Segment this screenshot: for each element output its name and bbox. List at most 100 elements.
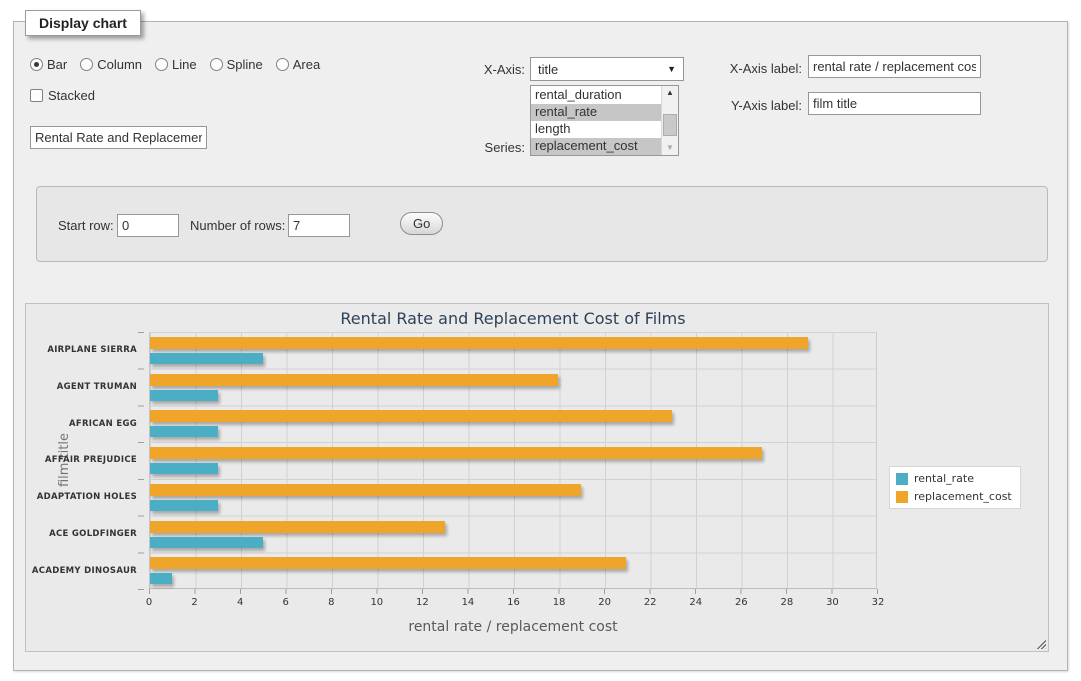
category-label: AFFAIR PREJUDICE <box>26 442 143 479</box>
radio-line-icon[interactable] <box>155 58 168 71</box>
bar-rental_rate[interactable] <box>150 390 218 401</box>
x-tick-label: 26 <box>735 597 748 608</box>
x-tick-label: 30 <box>826 597 839 608</box>
x-tick-label: 10 <box>370 597 383 608</box>
radio-spline-label: Spline <box>227 57 263 72</box>
start-row-input[interactable] <box>117 214 179 237</box>
x-tick-label: 4 <box>237 597 243 608</box>
start-row-label: Start row: <box>58 218 114 233</box>
series-option-rental-duration[interactable]: rental_duration <box>531 87 661 104</box>
category-label: ACADEMY DINOSAUR <box>26 552 143 589</box>
scroll-up-icon[interactable]: ▲ <box>666 88 674 98</box>
x-tick-label: 32 <box>872 597 885 608</box>
x-tick-label: 2 <box>191 597 197 608</box>
x-tick-labels: 02468101214161820222426283032 <box>149 597 878 609</box>
stacked-label: Stacked <box>48 88 95 103</box>
legend-label: replacement_cost <box>914 490 1012 503</box>
bar-group <box>150 405 876 442</box>
bar-replacement_cost[interactable] <box>150 410 672 422</box>
x-axis-label-input[interactable] <box>808 55 981 78</box>
radio-area[interactable]: Area <box>276 57 320 72</box>
x-axis-ticks <box>149 589 878 594</box>
legend-item-replacement_cost[interactable]: replacement_cost <box>896 490 1012 503</box>
bar-replacement_cost[interactable] <box>150 447 762 459</box>
bar-rental_rate[interactable] <box>150 353 263 364</box>
series-list-label: Series: <box>425 140 525 155</box>
num-rows-label: Number of rows: <box>190 218 285 233</box>
bar-rental_rate[interactable] <box>150 500 218 511</box>
x-tick-label: 8 <box>328 597 334 608</box>
plot-area <box>149 332 877 589</box>
bar-replacement_cost[interactable] <box>150 337 808 349</box>
y-axis-ticks <box>138 332 144 590</box>
radio-bar-icon[interactable] <box>30 58 43 71</box>
bar-group <box>150 369 876 406</box>
series-multiselect[interactable]: rental_duration rental_rate length repla… <box>530 85 679 156</box>
series-option-length[interactable]: length <box>531 121 661 138</box>
x-tick-label: 12 <box>416 597 429 608</box>
bar-replacement_cost[interactable] <box>150 484 581 496</box>
x-tick-label: 22 <box>644 597 657 608</box>
x-tick-label: 6 <box>283 597 289 608</box>
bar-rental_rate[interactable] <box>150 463 218 474</box>
category-labels: AIRPLANE SIERRAAGENT TRUMANAFRICAN EGGAF… <box>26 332 143 589</box>
chart-type-radio-group: Bar Column Line Spline Area <box>30 57 320 72</box>
category-label: AFRICAN EGG <box>26 405 143 442</box>
x-axis-label-caption: X-Axis label: <box>702 61 802 76</box>
radio-bar[interactable]: Bar <box>30 57 67 72</box>
category-label: AIRPLANE SIERRA <box>26 332 143 369</box>
radio-bar-label: Bar <box>47 57 67 72</box>
chart-x-axis-title: rental rate / replacement cost <box>149 619 877 635</box>
bar-rental_rate[interactable] <box>150 426 218 437</box>
chart-title-input[interactable] <box>30 126 207 149</box>
category-label: ADAPTATION HOLES <box>26 479 143 516</box>
x-axis-selected-value: title <box>538 62 558 77</box>
legend-swatch <box>896 473 908 485</box>
x-tick-label: 14 <box>462 597 475 608</box>
x-tick-label: 0 <box>146 597 152 608</box>
bar-group <box>150 332 876 369</box>
resize-handle-icon[interactable] <box>1035 638 1046 649</box>
radio-area-label: Area <box>293 57 320 72</box>
page: Display chart Bar Column Line Spline Are… <box>0 0 1081 681</box>
series-scrollbar[interactable]: ▲ ▼ <box>661 86 678 155</box>
x-tick-label: 18 <box>553 597 566 608</box>
fieldset-legend: Display chart <box>25 10 141 36</box>
dropdown-arrow-icon: ▼ <box>667 64 676 74</box>
category-label: ACE GOLDFINGER <box>26 516 143 553</box>
stacked-checkbox[interactable] <box>30 89 43 102</box>
legend-item-rental_rate[interactable]: rental_rate <box>896 472 1012 485</box>
chart-title: Rental Rate and Replacement Cost of Film… <box>149 309 877 328</box>
scrollbar-thumb[interactable] <box>663 114 677 136</box>
bar-group <box>150 516 876 553</box>
legend-label: rental_rate <box>914 472 974 485</box>
go-button[interactable]: Go <box>400 212 443 235</box>
series-option-rental-rate[interactable]: rental_rate <box>531 104 661 121</box>
bar-replacement_cost[interactable] <box>150 521 445 533</box>
bar-replacement_cost[interactable] <box>150 374 558 386</box>
radio-spline-icon[interactable] <box>210 58 223 71</box>
y-axis-label-caption: Y-Axis label: <box>702 98 802 113</box>
x-tick-label: 28 <box>781 597 794 608</box>
series-option-replacement-cost[interactable]: replacement_cost <box>531 138 661 155</box>
series-options: rental_duration rental_rate length repla… <box>531 86 661 155</box>
scroll-down-icon[interactable]: ▼ <box>666 143 674 153</box>
num-rows-input[interactable] <box>288 214 350 237</box>
radio-area-icon[interactable] <box>276 58 289 71</box>
radio-column-icon[interactable] <box>80 58 93 71</box>
bar-rental_rate[interactable] <box>150 573 172 584</box>
y-axis-label-input[interactable] <box>808 92 981 115</box>
bar-replacement_cost[interactable] <box>150 557 626 569</box>
bar-rental_rate[interactable] <box>150 537 263 548</box>
radio-column[interactable]: Column <box>80 57 142 72</box>
bar-group <box>150 442 876 479</box>
radio-line[interactable]: Line <box>155 57 197 72</box>
category-label: AGENT TRUMAN <box>26 369 143 406</box>
x-tick-label: 16 <box>507 597 520 608</box>
row-range-panel: Start row: Number of rows: Go <box>36 186 1048 262</box>
stacked-checkbox-row: Stacked <box>30 88 95 103</box>
legend-swatch <box>896 491 908 503</box>
radio-column-label: Column <box>97 57 142 72</box>
radio-spline[interactable]: Spline <box>210 57 263 72</box>
x-axis-select[interactable]: title ▼ <box>530 57 684 81</box>
